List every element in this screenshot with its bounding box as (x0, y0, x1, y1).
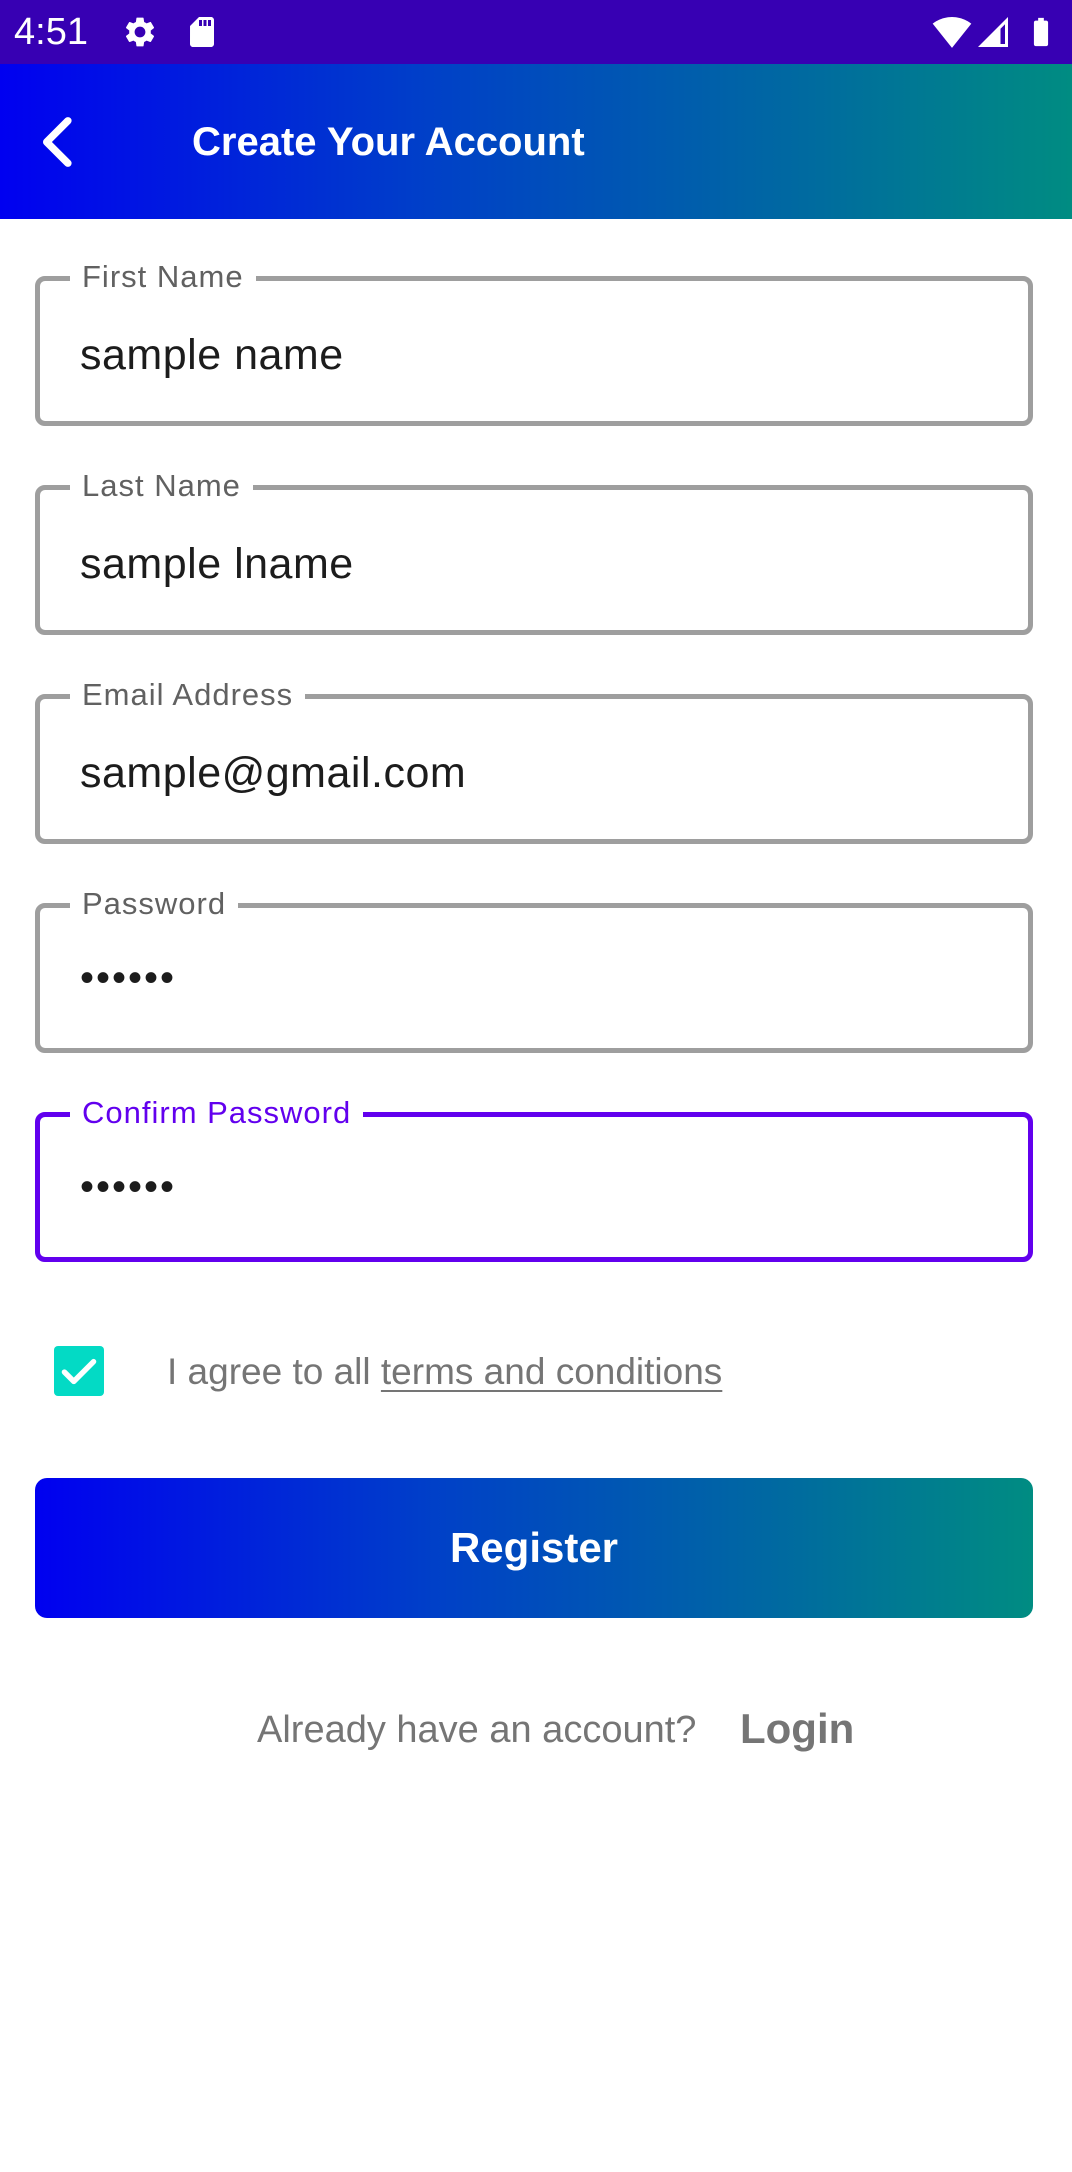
confirm-password-field[interactable]: Confirm Password •••••• (35, 1093, 1033, 1262)
confirm-password-label: Confirm Password (70, 1093, 364, 1133)
status-bar: 4:51 (0, 0, 1072, 64)
first-name-input[interactable]: sample name (80, 329, 344, 381)
first-name-label: First Name (70, 257, 256, 297)
terms-link[interactable]: terms and conditions (381, 1351, 722, 1392)
terms-checkbox[interactable] (54, 1346, 104, 1396)
register-button[interactable]: Register (35, 1478, 1033, 1618)
last-name-label: Last Name (70, 466, 253, 506)
gear-icon (122, 14, 158, 50)
terms-text: I agree to all terms and conditions (167, 1348, 722, 1396)
sd-card-icon (184, 14, 220, 50)
password-input[interactable]: •••••• (80, 952, 176, 1004)
status-time: 4:51 (14, 11, 88, 53)
app-bar: Create Your Account (0, 64, 1072, 219)
email-label: Email Address (70, 675, 306, 715)
password-label: Password (70, 884, 239, 924)
email-input[interactable]: sample@gmail.com (80, 747, 466, 799)
last-name-input[interactable]: sample lname (80, 538, 354, 590)
checkmark-icon (61, 1358, 97, 1385)
wifi-icon (932, 12, 972, 52)
chevron-left-icon (42, 117, 72, 167)
back-button[interactable] (24, 108, 92, 176)
already-have-account-text: Already have an account? (257, 1709, 697, 1751)
login-link[interactable]: Login (740, 1704, 854, 1754)
email-field[interactable]: Email Address sample@gmail.com (35, 675, 1033, 844)
confirm-password-input[interactable]: •••••• (80, 1161, 176, 1213)
cellular-signal-icon (975, 14, 1011, 50)
battery-icon (1024, 12, 1058, 52)
terms-prefix: I agree to all (167, 1351, 381, 1392)
last-name-field[interactable]: Last Name sample lname (35, 466, 1033, 635)
first-name-field[interactable]: First Name sample name (35, 257, 1033, 426)
page-title: Create Your Account (192, 120, 585, 164)
password-field[interactable]: Password •••••• (35, 884, 1033, 1053)
